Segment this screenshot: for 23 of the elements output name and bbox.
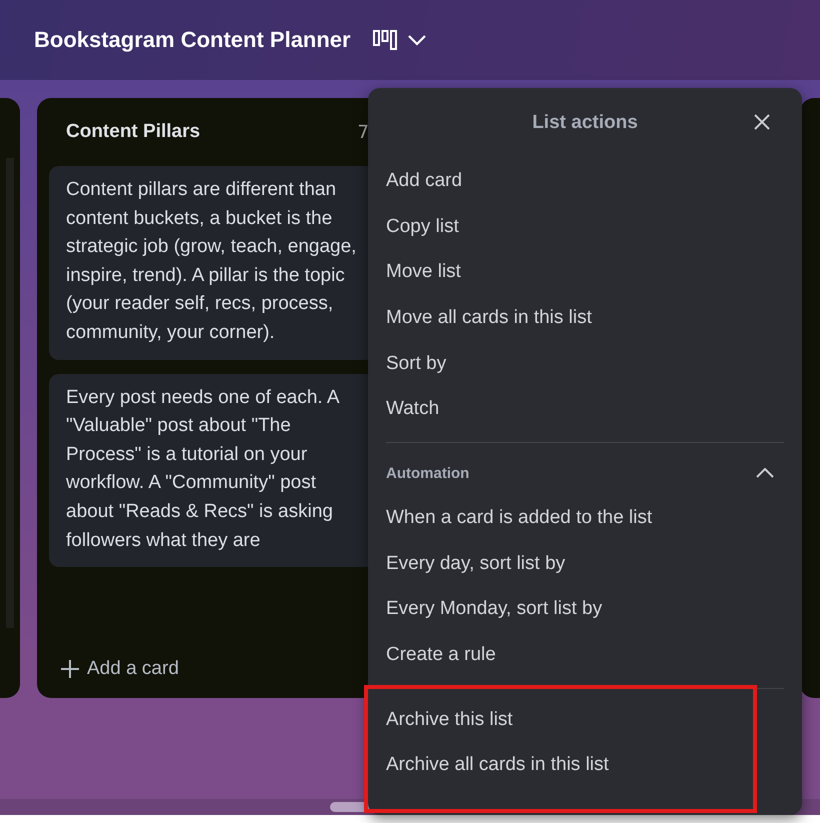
chevron-up-icon <box>756 468 774 478</box>
plus-icon <box>61 660 79 678</box>
add-card-button[interactable]: Add a card <box>49 640 375 698</box>
menu-item[interactable]: Copy list <box>386 204 784 250</box>
automation-toggle[interactable]: Automation <box>386 451 784 496</box>
close-icon <box>754 114 770 130</box>
board-title: Bookstagram Content Planner <box>34 27 351 53</box>
board-columns-icon <box>372 30 397 50</box>
menu-item[interactable]: When a card is added to the list <box>386 495 784 541</box>
menu-item[interactable]: Move list <box>386 249 784 296</box>
chevron-down-icon <box>406 34 427 46</box>
menu-item[interactable]: Archive all cards in this list <box>386 742 784 788</box>
card-count: 7 <box>358 122 369 142</box>
menu-item[interactable]: Create a rule <box>386 632 784 678</box>
menu-item[interactable]: Watch <box>386 386 784 432</box>
menu-title: List actions <box>532 112 638 134</box>
menu-item[interactable]: Every Monday, sort list by <box>386 586 784 632</box>
menu-item[interactable]: Move all cards in this list <box>386 295 784 341</box>
list-title: Content Pillars <box>66 121 200 143</box>
menu-item[interactable]: Add card <box>386 158 784 204</box>
menu-item[interactable]: Every day, sort list by <box>386 540 784 586</box>
menu-item[interactable]: Sort by <box>386 340 784 386</box>
menu-item[interactable]: Archive this list <box>386 696 784 743</box>
